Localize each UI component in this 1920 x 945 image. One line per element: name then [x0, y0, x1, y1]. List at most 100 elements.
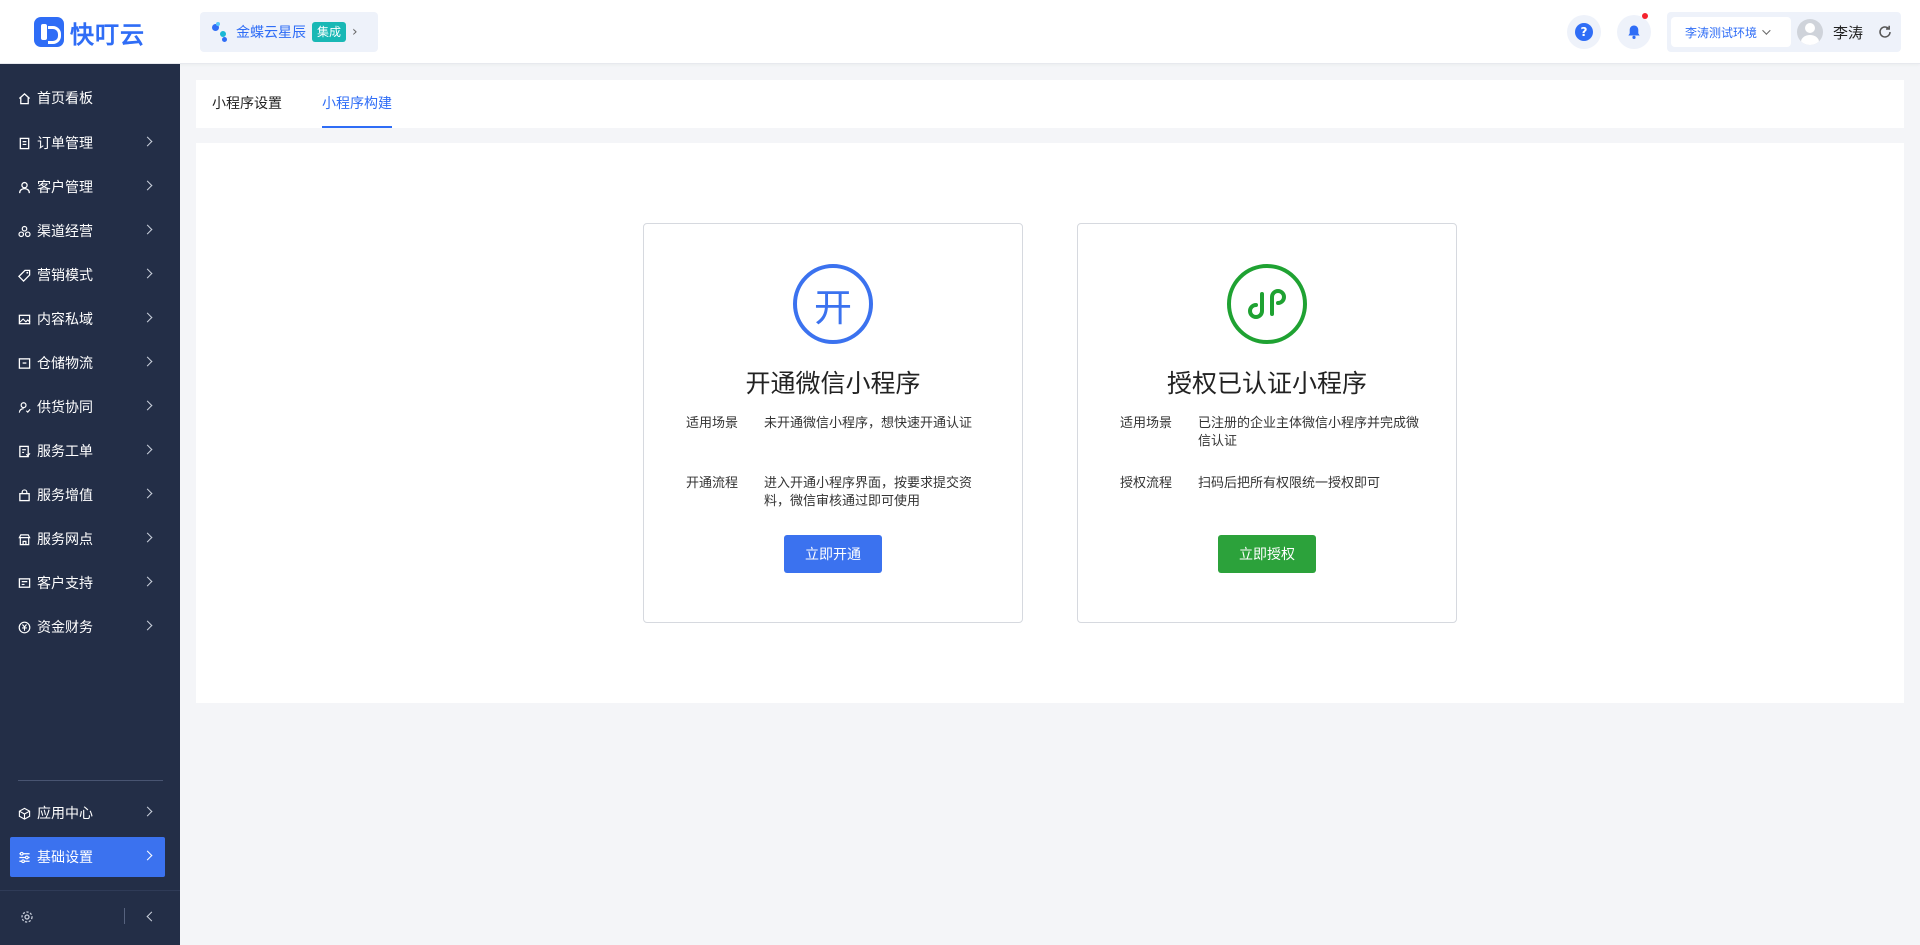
process-row: 授权流程 扫码后把所有权限统一授权即可: [1120, 475, 1430, 493]
sidebar-item-label: 内容私域: [37, 312, 93, 328]
org-name: 金蝶云星辰: [236, 25, 306, 41]
logo-text: 快叮云: [70, 20, 145, 49]
sidebar-item-label: 客户管理: [37, 180, 93, 196]
chevron-right-icon: [142, 850, 153, 861]
sidebar-item-warehouse[interactable]: 仓储物流: [10, 343, 165, 383]
sidebar-item-service-tickets[interactable]: 服务工单: [10, 431, 165, 471]
unread-dot: [1642, 13, 1648, 19]
store-icon: [17, 532, 31, 546]
org-switcher[interactable]: 金蝶云星辰 集成 ›: [200, 12, 378, 52]
open-icon: 开: [793, 264, 873, 344]
avatar[interactable]: [1797, 19, 1823, 45]
sidebar-item-service-outlets[interactable]: 服务网点: [10, 519, 165, 559]
sidebar-item-value-added[interactable]: 服务增值: [10, 475, 165, 515]
chevron-right-icon: [142, 312, 153, 323]
authorize-now-button[interactable]: 立即授权: [1218, 535, 1316, 573]
main-content: 开 开通微信小程序 适用场景 未开通微信小程序，想快速开通认证 开通流程 进入开…: [196, 143, 1904, 703]
question-icon: ?: [1575, 23, 1593, 41]
footer-divider: [124, 908, 125, 924]
clipboard-icon: [17, 136, 31, 150]
scenario-row: 适用场景 未开通微信小程序，想快速开通认证: [686, 415, 996, 433]
sidebar-item-dashboard[interactable]: 首页看板: [10, 78, 165, 118]
row-value: 已注册的企业主体微信小程序并完成微信认证: [1198, 416, 1420, 449]
sliders-icon: [17, 850, 31, 864]
sidebar-item-basic-settings[interactable]: 基础设置: [10, 837, 165, 877]
tag-icon: [17, 268, 31, 282]
cube-icon: [17, 806, 31, 820]
sidebar-item-label: 营销模式: [37, 268, 93, 284]
sidebar-item-label: 客户支持: [37, 576, 93, 592]
row-label: 开通流程: [686, 476, 739, 491]
home-icon: [17, 91, 31, 105]
sidebar-item-label: 服务增值: [37, 488, 93, 504]
card-title: 授权已认证小程序: [1166, 369, 1367, 398]
sidebar-footer: [0, 890, 180, 945]
chevron-down-icon: [1762, 26, 1771, 35]
chevron-right-icon: [142, 400, 153, 411]
app-logo[interactable]: 快叮云: [34, 17, 145, 49]
sidebar-item-supply[interactable]: 供货协同: [10, 387, 165, 427]
chevron-right-icon: [142, 576, 153, 587]
sidebar-item-marketing[interactable]: 营销模式: [10, 255, 165, 295]
sidebar-item-label: 供货协同: [37, 400, 93, 416]
row-label: 授权流程: [1120, 476, 1173, 491]
notification-button[interactable]: [1617, 13, 1651, 49]
collapse-sidebar-icon[interactable]: [146, 911, 157, 922]
chevron-right-icon: [142, 356, 153, 367]
bell-icon: [1628, 25, 1640, 39]
chevron-right-icon: [142, 620, 153, 631]
card-title: 开通微信小程序: [745, 369, 921, 398]
tab-miniprogram-settings[interactable]: 小程序设置: [212, 80, 282, 128]
sidebar-item-label: 订单管理: [37, 136, 93, 152]
sidebar-item-label: 首页看板: [37, 91, 93, 107]
tab-miniprogram-build[interactable]: 小程序构建: [322, 80, 392, 128]
scenario-row: 适用场景 已注册的企业主体微信小程序并完成微信认证: [1120, 415, 1430, 451]
row-value: 进入开通小程序界面，按要求提交资料，微信审核通过即可使用: [764, 476, 973, 509]
gear-icon[interactable]: [20, 910, 34, 924]
chevron-right-icon: [142, 806, 153, 817]
sidebar-item-orders[interactable]: 订单管理: [10, 123, 165, 163]
user-icon: [17, 180, 31, 194]
sidebar-item-label: 服务工单: [37, 444, 93, 460]
sidebar-item-label: 资金财务: [37, 620, 93, 636]
sidebar-divider: [18, 780, 163, 781]
sidebar-item-label: 基础设置: [37, 850, 93, 866]
sidebar-item-label: 渠道经营: [37, 224, 93, 240]
ticket-icon: [17, 444, 31, 458]
chevron-right-icon: [142, 136, 153, 147]
help-button[interactable]: ?: [1567, 15, 1601, 49]
chevron-right-icon: ›: [352, 24, 358, 40]
chevron-right-icon: [142, 488, 153, 499]
row-value: 扫码后把所有权限统一授权即可: [1198, 476, 1381, 491]
miniprogram-link-icon: [1227, 264, 1307, 344]
supply-icon: [17, 400, 31, 414]
chevron-right-icon: [142, 224, 153, 235]
sidebar: 首页看板 订单管理 客户管理 渠道经营 营销模式 内容私域 仓储物流 供货协同 …: [0, 64, 180, 945]
chevron-right-icon: [142, 180, 153, 191]
support-icon: [17, 576, 31, 590]
row-label: 适用场景: [686, 416, 739, 431]
open-now-button[interactable]: 立即开通: [784, 535, 882, 573]
bag-icon: [17, 488, 31, 502]
authorize-miniprogram-card: 授权已认证小程序 适用场景 已注册的企业主体微信小程序并完成微信认证 授权流程 …: [1077, 223, 1457, 623]
env-select-value: 李涛测试环境: [1685, 25, 1758, 40]
sidebar-item-label: 应用中心: [37, 806, 93, 822]
sidebar-item-customers[interactable]: 客户管理: [10, 167, 165, 207]
user-panel: 李涛测试环境 李涛: [1667, 12, 1901, 52]
chevron-right-icon: [142, 444, 153, 455]
box-icon: [17, 356, 31, 370]
open-miniprogram-card: 开 开通微信小程序 适用场景 未开通微信小程序，想快速开通认证 开通流程 进入开…: [643, 223, 1023, 623]
image-icon: [17, 312, 31, 326]
org-dots-icon: [212, 22, 230, 42]
tab-bar: 小程序设置 小程序构建: [196, 80, 1904, 128]
sidebar-item-channels[interactable]: 渠道经营: [10, 211, 165, 251]
env-select[interactable]: 李涛测试环境: [1671, 17, 1791, 47]
row-label: 适用场景: [1120, 416, 1173, 431]
sidebar-item-app-center[interactable]: 应用中心: [10, 793, 165, 833]
sidebar-item-content[interactable]: 内容私域: [10, 299, 165, 339]
refresh-icon[interactable]: [1877, 24, 1893, 40]
sidebar-item-customer-support[interactable]: 客户支持: [10, 563, 165, 603]
user-name: 李涛: [1833, 24, 1864, 42]
yuan-icon: [17, 620, 31, 634]
sidebar-item-finance[interactable]: 资金财务: [10, 607, 165, 647]
